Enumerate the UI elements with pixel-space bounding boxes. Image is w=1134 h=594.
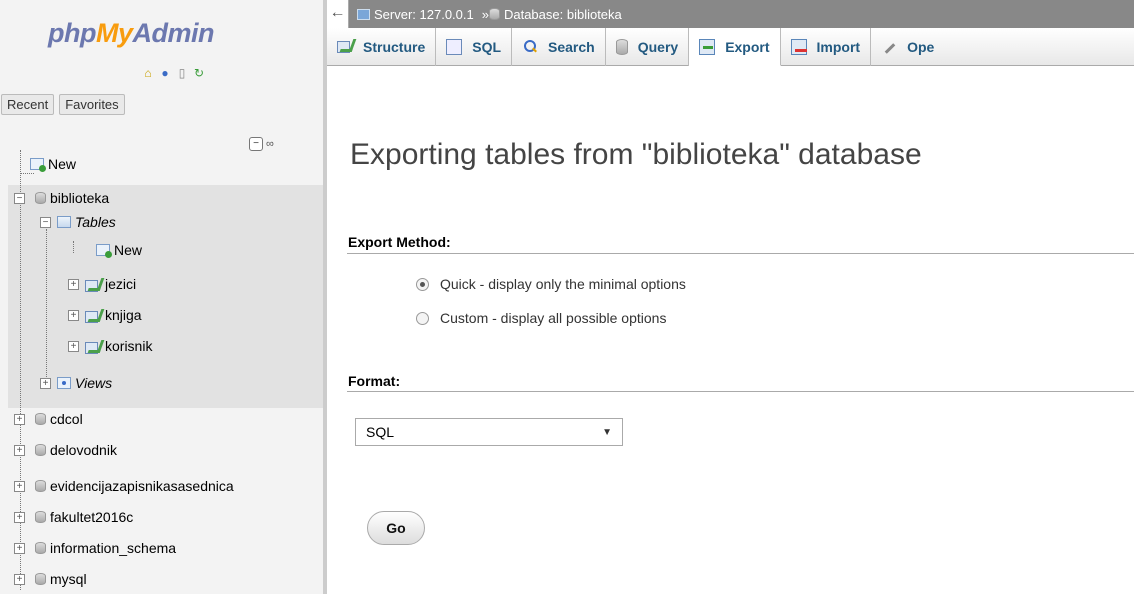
expand-icon[interactable]: + [68,309,79,321]
tree-table-jezici[interactable]: + jezici [68,272,136,296]
table-structure-icon [85,340,101,354]
tree-db-cdcol[interactable]: + cdcol [14,407,83,431]
menu-tabs: Structure SQL Search Query Export Import… [327,28,1134,66]
navigation-panel: phpMyAdmin ⌂ ● ▯ ↻ Recent Favorites − ∞ … [0,0,323,594]
radio-custom-option[interactable]: Custom - display all possible options [416,310,666,326]
go-button[interactable]: Go [367,511,425,545]
tab-query[interactable]: Query [606,28,690,66]
import-icon [790,39,807,55]
tree-views[interactable]: + Views [40,371,112,395]
docs-icon[interactable]: ▯ [175,66,189,80]
search-icon [522,39,538,55]
breadcrumb-separator: » [481,6,489,22]
tab-operations[interactable]: Ope [871,28,944,66]
tab-import[interactable]: Import [781,28,872,66]
sql-icon [446,39,463,55]
export-icon [699,38,716,55]
tree-db-mysql[interactable]: + mysql [14,567,87,591]
database-icon [35,573,46,585]
tree-db-evidencijazapisnikasasednica[interactable]: + evidencijazapisnikasasednica [14,474,234,498]
radio-button-quick[interactable] [416,277,429,291]
database-icon [35,480,46,492]
expand-icon[interactable]: + [14,573,25,585]
expand-icon[interactable]: + [68,340,79,352]
table-structure-icon [85,309,101,323]
breadcrumb-database[interactable]: Database: biblioteka [488,7,622,22]
tab-structure[interactable]: Structure [327,28,437,66]
favorites-tab[interactable]: Favorites [59,94,125,115]
collapse-icon[interactable]: − [40,216,51,228]
database-icon [488,8,500,20]
tree-table-korisnik[interactable]: + korisnik [68,334,152,358]
home-icon[interactable]: ⌂ [141,66,155,80]
expand-icon[interactable]: + [14,444,25,456]
nav-icon-bar: ⌂ ● ▯ ↻ [141,66,206,80]
radio-button-custom[interactable] [416,311,429,325]
tab-sql[interactable]: SQL [436,28,513,66]
server-icon [357,8,370,20]
tree-db-information-schema[interactable]: + information_schema [14,536,176,560]
new-icon [30,158,46,172]
new-icon [96,244,112,258]
tree-table-knjiga[interactable]: + knjiga [68,303,142,327]
recent-tab[interactable]: Recent [1,94,55,115]
collapse-all-icon[interactable]: − [249,137,263,151]
top-bar: ← Server: 127.0.0.1 » Database: bibliote… [327,0,1134,66]
tree-tables[interactable]: − Tables [40,210,116,234]
wrench-icon [881,39,897,55]
tab-export[interactable]: Export [689,28,781,66]
collapse-nav-arrow-icon[interactable]: ← [327,0,349,28]
settings-icon[interactable]: ↻ [192,66,206,80]
help-icon[interactable]: ● [158,66,172,80]
tree-db-biblioteka[interactable]: − biblioteka [14,186,109,210]
tables-icon [57,216,71,228]
tree-controls: − ∞ [249,137,274,151]
database-icon [35,192,46,204]
database-icon [35,542,46,554]
link-with-main-icon[interactable]: ∞ [266,138,274,150]
views-icon [57,377,71,389]
expand-icon[interactable]: + [14,480,25,492]
expand-icon[interactable]: + [14,511,25,523]
expand-icon[interactable]: + [40,377,51,389]
format-heading: Format: [348,373,401,389]
format-select[interactable]: SQL ▼ [355,418,623,446]
radio-quick-option[interactable]: Quick - display only the minimal options [416,276,686,292]
database-icon [35,444,46,456]
dropdown-arrow-icon: ▼ [602,426,612,438]
tree-db-delovodnik[interactable]: + delovodnik [14,438,117,462]
breadcrumb: ← Server: 127.0.0.1 » Database: bibliote… [327,0,1134,28]
database-icon [35,511,46,523]
tree-db-fakultet2016c[interactable]: + fakultet2016c [14,505,133,529]
page-title: Exporting tables from "biblioteka" datab… [350,138,922,171]
main-content: Exporting tables from "biblioteka" datab… [327,82,1134,594]
tree-new-table[interactable]: New [96,238,142,262]
recent-favorites-tabs: Recent Favorites [1,94,125,115]
query-icon [615,39,628,55]
tree-new-database[interactable]: New [30,152,76,176]
divider [347,253,1134,254]
divider [347,391,1134,392]
expand-icon[interactable]: + [14,413,25,425]
collapse-icon[interactable]: − [14,192,25,204]
database-icon [35,413,46,425]
export-method-heading: Export Method: [348,234,451,250]
structure-icon [337,39,353,55]
breadcrumb-server[interactable]: Server: 127.0.0.1 [357,7,474,22]
expand-icon[interactable]: + [14,542,25,554]
tab-search[interactable]: Search [512,28,606,66]
table-structure-icon [85,278,101,292]
phpmyadmin-logo[interactable]: phpMyAdmin [48,18,214,49]
expand-icon[interactable]: + [68,278,79,290]
